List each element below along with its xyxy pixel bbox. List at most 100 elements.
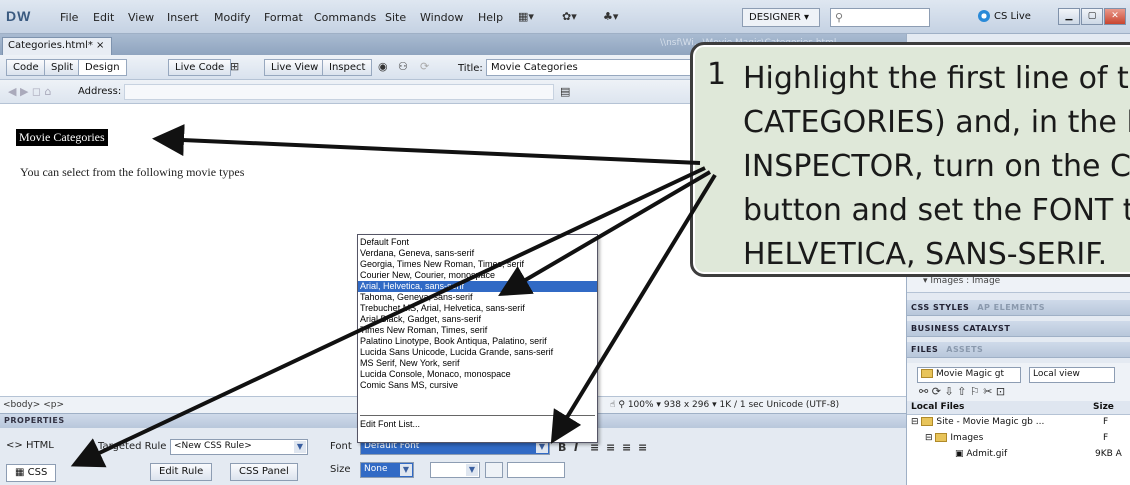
col-size[interactable]: Size: [1093, 402, 1114, 412]
font-option[interactable]: Tahoma, Geneva, sans-serif: [358, 292, 597, 303]
maximize-icon[interactable]: ▢: [1081, 8, 1103, 25]
font-option[interactable]: Lucida Sans Unicode, Lucida Grande, sans…: [358, 347, 597, 358]
callout-step-number: 1: [707, 57, 727, 92]
font-option[interactable]: Arial Black, Gadget, sans-serif: [358, 314, 597, 325]
font-option[interactable]: Georgia, Times New Roman, Times, serif: [358, 259, 597, 270]
connect-icon[interactable]: ⚯ ⟳ ⇩ ⇧ ⚐ ✂ ⊡: [919, 385, 1005, 399]
size-label: Size: [330, 464, 351, 475]
title-field[interactable]: Movie Categories: [486, 59, 701, 76]
chevron-down-icon: ▼: [294, 441, 306, 453]
workspace-switcher[interactable]: DESIGNER ▾: [742, 8, 820, 27]
tab-assets[interactable]: ASSETS: [946, 345, 983, 354]
body-paragraph[interactable]: You can select from the following movie …: [20, 165, 244, 180]
cs-live-button[interactable]: CS Live: [978, 10, 1031, 22]
css-styles-panel-header[interactable]: CSS STYLES AP ELEMENTS: [907, 300, 1130, 316]
search-icon: ⚲: [835, 11, 844, 24]
chevron-down-icon: ▼: [466, 464, 478, 476]
menu-modify[interactable]: Modify: [214, 11, 250, 24]
minimize-icon[interactable]: ▁: [1058, 8, 1080, 25]
col-local-files[interactable]: Local Files: [911, 402, 964, 412]
menu-view[interactable]: View: [128, 11, 154, 24]
font-option[interactable]: Trebuchet MS, Arial, Helvetica, sans-ser…: [358, 303, 597, 314]
targeted-rule-select[interactable]: <New CSS Rule> ▼: [170, 439, 308, 455]
cs-live-icon: [978, 10, 990, 22]
dreamweaver-logo: DW: [6, 8, 32, 24]
check-page-icon[interactable]: ⚇: [398, 60, 408, 74]
file-row[interactable]: ⊟ Site - Movie Magic gb ... F: [907, 417, 1130, 431]
font-option[interactable]: Verdana, Geneva, sans-serif: [358, 248, 597, 259]
targeted-rule-label: Targeted Rule: [98, 441, 167, 452]
menu-window[interactable]: Window: [420, 11, 463, 24]
font-option[interactable]: Default Font: [358, 237, 597, 248]
layout-icon[interactable]: ▦▾: [518, 10, 534, 24]
font-option[interactable]: Courier New, Courier, monospace: [358, 270, 597, 281]
font-option[interactable]: Comic Sans MS, cursive: [358, 380, 597, 391]
business-catalyst-header[interactable]: BUSINESS CATALYST: [907, 321, 1130, 337]
menu-insert[interactable]: Insert: [167, 11, 199, 24]
back-icon[interactable]: ◀ ▶ ◻ ⌂: [8, 85, 52, 99]
live-view-button[interactable]: Live View: [264, 59, 326, 76]
extend-icon[interactable]: ✿▾: [562, 10, 577, 24]
font-option[interactable]: Lucida Console, Monaco, monospace: [358, 369, 597, 380]
align-right-icon[interactable]: ≡: [622, 441, 631, 454]
split-view-button[interactable]: Split: [44, 59, 81, 76]
tab-files[interactable]: FILES: [911, 345, 938, 354]
hand-icon[interactable]: ☝: [610, 400, 615, 410]
menu-commands[interactable]: Commands: [314, 11, 376, 24]
tab-css-styles[interactable]: CSS STYLES: [911, 303, 969, 312]
browser-preview-icon[interactable]: ◉: [378, 60, 388, 74]
title-label: Title:: [458, 63, 483, 74]
folder-icon: [921, 369, 933, 378]
menu-format[interactable]: Format: [264, 11, 303, 24]
menu-edit[interactable]: Edit: [93, 11, 114, 24]
file-row[interactable]: ⊟ Images F: [907, 433, 1130, 447]
search-input[interactable]: ⚲: [830, 8, 930, 27]
font-option[interactable]: MS Serif, New York, serif: [358, 358, 597, 369]
font-option[interactable]: Palatino Linotype, Book Antiqua, Palatin…: [358, 336, 597, 347]
menu-help[interactable]: Help: [478, 11, 503, 24]
inspect-page-icon[interactable]: ⊞: [230, 60, 239, 74]
justify-icon[interactable]: ≡: [638, 441, 647, 454]
tab-categories[interactable]: Categories.html* ×: [2, 37, 112, 55]
zoom-level[interactable]: 100%: [628, 400, 654, 410]
size-unit-select[interactable]: ▼: [430, 462, 480, 478]
file-row[interactable]: ▣ Admit.gif 9KB A: [907, 449, 1130, 463]
design-view-button[interactable]: Design: [78, 59, 127, 76]
folder-icon: [921, 417, 934, 426]
encoding: Unicode (UTF-8): [766, 400, 840, 410]
tag-selector[interactable]: <body> <p>: [3, 400, 64, 410]
edit-rule-button[interactable]: Edit Rule: [150, 463, 213, 481]
menu-site[interactable]: Site: [385, 11, 406, 24]
live-code-button[interactable]: Live Code: [168, 59, 232, 76]
site-select[interactable]: Movie Magic gt: [917, 367, 1021, 383]
align-center-icon[interactable]: ≡: [606, 441, 615, 454]
font-option-selected[interactable]: Arial, Helvetica, sans-serif: [358, 281, 597, 292]
inspect-button[interactable]: Inspect: [322, 59, 373, 76]
site-icon[interactable]: ♣▾: [603, 10, 618, 24]
css-mode-button[interactable]: ▦ CSS: [6, 464, 57, 482]
menu-file[interactable]: File: [60, 11, 78, 24]
font-dropdown-list[interactable]: Default Font Verdana, Geneva, sans-serif…: [357, 234, 598, 443]
close-icon[interactable]: ✕: [1104, 8, 1126, 25]
window-size[interactable]: 938 x 296: [664, 400, 709, 410]
files-table: Local Files Size ⊟ Site - Movie Magic gb…: [907, 401, 1130, 485]
selected-heading-text[interactable]: Movie Categories: [16, 129, 108, 146]
edit-font-list-option[interactable]: Edit Font List...: [358, 419, 597, 430]
zoom-icon[interactable]: ⚲: [618, 400, 625, 410]
css-panel-button[interactable]: CSS Panel: [230, 463, 298, 481]
font-label: Font: [330, 441, 352, 452]
folder-icon: [935, 433, 948, 442]
tab-ap-elements[interactable]: AP ELEMENTS: [977, 303, 1045, 312]
view-select[interactable]: Local view: [1029, 367, 1115, 383]
files-panel-header[interactable]: FILES ASSETS: [907, 342, 1130, 358]
files-toolbar: Movie Magic gt Local view ⚯ ⟳ ⇩ ⇧ ⚐ ✂ ⊡: [907, 363, 1130, 401]
font-option[interactable]: Times New Roman, Times, serif: [358, 325, 597, 336]
address-input[interactable]: [124, 84, 554, 100]
color-picker[interactable]: [485, 462, 503, 478]
browse-icon[interactable]: ▤: [560, 85, 570, 99]
code-view-button[interactable]: Code: [6, 59, 46, 76]
html-mode-button[interactable]: <> HTML: [6, 440, 54, 451]
refresh-icon[interactable]: ⟳: [420, 60, 429, 74]
size-select[interactable]: None ▼: [360, 462, 414, 478]
color-input[interactable]: [507, 462, 565, 478]
